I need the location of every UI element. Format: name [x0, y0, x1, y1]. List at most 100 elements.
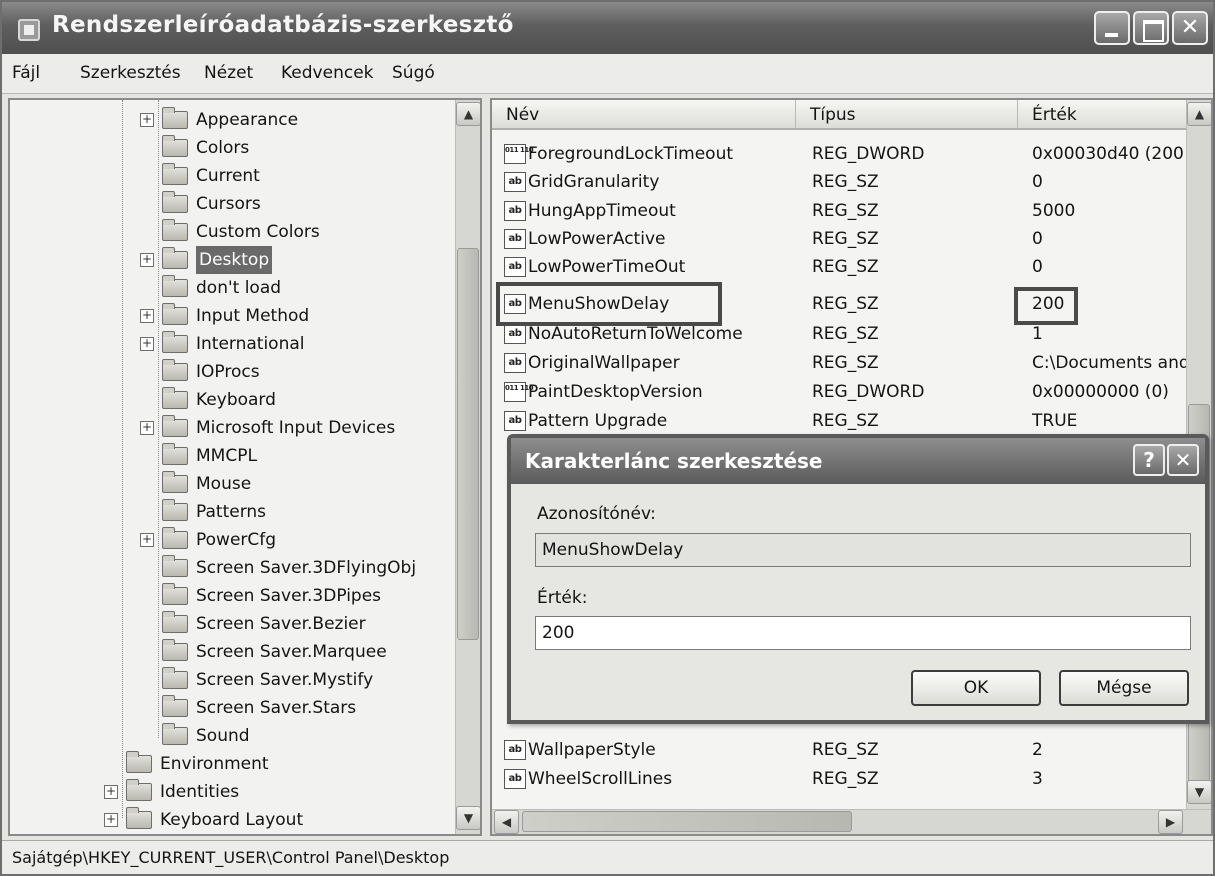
value-value: 0x00000000 (0)	[1032, 382, 1169, 402]
menu-bar: Fájl Szerkesztés Nézet Kedvencek Súgó	[2, 54, 1213, 94]
tree-item[interactable]: + PowerCfg	[10, 526, 450, 554]
tree-item[interactable]: Cursors	[10, 190, 450, 218]
value-row[interactable]: ab HungAppTimeout REG_SZ 5000	[492, 197, 1192, 225]
dialog-title-bar[interactable]: Karakterlánc szerkesztése ? ✕	[511, 438, 1205, 484]
tree-item-label: IOProcs	[196, 362, 260, 382]
value-row[interactable]: ab WheelScrollLines REG_SZ 3	[492, 765, 1192, 793]
tree-item[interactable]: Patterns	[10, 498, 450, 526]
value-row[interactable]: 011 110 ForegroundLockTimeout REG_DWORD 0x0…	[492, 140, 1192, 168]
list-hscroll-thumb[interactable]	[522, 811, 852, 832]
scroll-right-arrow-icon[interactable]: ▶	[1158, 810, 1183, 834]
tree-item[interactable]: Screen Saver.3DPipes	[10, 582, 450, 610]
expand-plus-icon[interactable]: +	[140, 421, 154, 435]
string-value-icon: ab	[504, 172, 526, 192]
tree-item[interactable]: Screen Saver.3DFlyingObj	[10, 554, 450, 582]
tree-item[interactable]: Custom Colors	[10, 218, 450, 246]
menu-view[interactable]: Nézet	[204, 63, 253, 83]
value-row[interactable]: ab LowPowerTimeOut REG_SZ 0	[492, 253, 1192, 281]
dialog-title: Karakterlánc szerkesztése	[525, 449, 823, 473]
value-data-input[interactable]: 200	[535, 616, 1191, 650]
value-name-label: Azonosítónév:	[537, 504, 656, 524]
folder-icon	[162, 667, 188, 689]
minimize-button[interactable]	[1094, 11, 1130, 45]
value-type: REG_SZ	[812, 201, 879, 221]
close-button[interactable]: ✕	[1172, 11, 1208, 45]
tree-item[interactable]: + Identities	[10, 778, 450, 806]
menu-help[interactable]: Súgó	[392, 63, 435, 83]
value-type: REG_SZ	[812, 172, 879, 192]
tree-item[interactable]: + International	[10, 330, 450, 358]
column-header-value[interactable]: Érték	[1018, 100, 1192, 130]
menu-edit[interactable]: Szerkesztés	[80, 63, 181, 83]
value-name: OriginalWallpaper	[528, 353, 680, 373]
tree-item-label: Desktop	[196, 246, 273, 274]
folder-icon	[126, 807, 152, 829]
value-type: REG_SZ	[812, 257, 879, 277]
tree-item[interactable]: + Input Method	[10, 302, 450, 330]
column-header-name[interactable]: Név	[492, 100, 796, 130]
tree-scroll-thumb[interactable]	[457, 248, 479, 640]
menu-file[interactable]: Fájl	[12, 63, 40, 83]
value-row[interactable]: ab LowPowerActive REG_SZ 0	[492, 225, 1192, 253]
tree-item[interactable]: Screen Saver.Stars	[10, 694, 450, 722]
key-tree-pane[interactable]: + Appearance Colors Current Cursors Custom Co…	[8, 98, 482, 836]
dialog-close-icon[interactable]: ✕	[1167, 444, 1199, 476]
folder-icon	[162, 415, 188, 437]
window-title: Rendszerleíróadatbázis-szerkesztő	[52, 12, 514, 38]
value-row[interactable]: 011 110 PaintDesktopVersion REG_DWORD 0x000…	[492, 378, 1192, 406]
scroll-down-arrow-icon[interactable]: ▼	[456, 806, 480, 830]
registry-editor-window: Rendszerleíróadatbázis-szerkesztő ✕ Fájl…	[0, 0, 1215, 876]
expand-plus-icon[interactable]: +	[140, 533, 154, 547]
tree-item[interactable]: + Keyboard Layout	[10, 806, 450, 834]
tree-item[interactable]: MMCPL	[10, 442, 450, 470]
string-value-icon: ab	[504, 411, 526, 431]
folder-icon	[162, 247, 188, 269]
scroll-left-arrow-icon[interactable]: ◀	[494, 810, 519, 834]
value-value: 0	[1032, 172, 1043, 192]
expand-plus-icon[interactable]: +	[104, 785, 118, 799]
expand-plus-icon[interactable]: +	[140, 337, 154, 351]
expand-plus-icon[interactable]: +	[140, 253, 154, 267]
tree-item[interactable]: Screen Saver.Mystify	[10, 666, 450, 694]
expand-plus-icon[interactable]: +	[104, 813, 118, 827]
value-value: 0	[1032, 257, 1043, 277]
expand-plus-icon[interactable]: +	[140, 113, 154, 127]
tree-item[interactable]: Screen Saver.Marquee	[10, 638, 450, 666]
tree-item[interactable]: + Microsoft Input Devices	[10, 414, 450, 442]
tree-item[interactable]: Keyboard	[10, 386, 450, 414]
ok-button[interactable]: OK	[911, 670, 1041, 706]
value-row[interactable]: ab OriginalWallpaper REG_SZ C:\Documents an…	[492, 349, 1192, 377]
tree-item[interactable]: Current	[10, 162, 450, 190]
tree-item[interactable]: Environment	[10, 750, 450, 778]
scroll-down-arrow-icon[interactable]: ▼	[1187, 780, 1211, 804]
binary-value-icon: 011 110	[504, 144, 534, 164]
tree-item[interactable]: Colors	[10, 134, 450, 162]
column-header-type[interactable]: Típus	[796, 100, 1018, 130]
help-icon[interactable]: ?	[1133, 444, 1165, 476]
value-row[interactable]: ab Pattern Upgrade REG_SZ TRUE	[492, 407, 1192, 435]
menu-favorites[interactable]: Kedvencek	[281, 63, 374, 83]
tree-item[interactable]: IOProcs	[10, 358, 450, 386]
highlight-box-value	[1014, 287, 1078, 325]
scroll-up-arrow-icon[interactable]: ▲	[1187, 102, 1211, 126]
title-bar[interactable]: Rendszerleíróadatbázis-szerkesztő ✕	[2, 2, 1213, 54]
tree-item[interactable]: don't load	[10, 274, 450, 302]
folder-icon	[162, 387, 188, 409]
tree-item[interactable]: Sound	[10, 722, 450, 750]
list-horizontal-scrollbar[interactable]: ◀ ▶	[492, 809, 1211, 834]
value-row[interactable]: ab WallpaperStyle REG_SZ 2	[492, 736, 1192, 764]
value-row[interactable]: ab GridGranularity REG_SZ 0	[492, 168, 1192, 196]
tree-vertical-scrollbar[interactable]: ▲ ▼	[455, 100, 480, 834]
scroll-up-arrow-icon[interactable]: ▲	[456, 102, 480, 126]
expand-plus-icon[interactable]: +	[140, 309, 154, 323]
tree-item[interactable]: + Desktop	[10, 246, 450, 274]
value-value: 0	[1032, 229, 1043, 249]
tree-item[interactable]: Mouse	[10, 470, 450, 498]
value-type: REG_SZ	[812, 769, 879, 789]
tree-item-label: Input Method	[196, 306, 310, 326]
value-value: C:\Documents and	[1032, 353, 1190, 373]
tree-item[interactable]: + Appearance	[10, 106, 450, 134]
cancel-button[interactable]: Mégse	[1059, 670, 1189, 706]
maximize-button[interactable]	[1133, 11, 1169, 45]
tree-item[interactable]: Screen Saver.Bezier	[10, 610, 450, 638]
